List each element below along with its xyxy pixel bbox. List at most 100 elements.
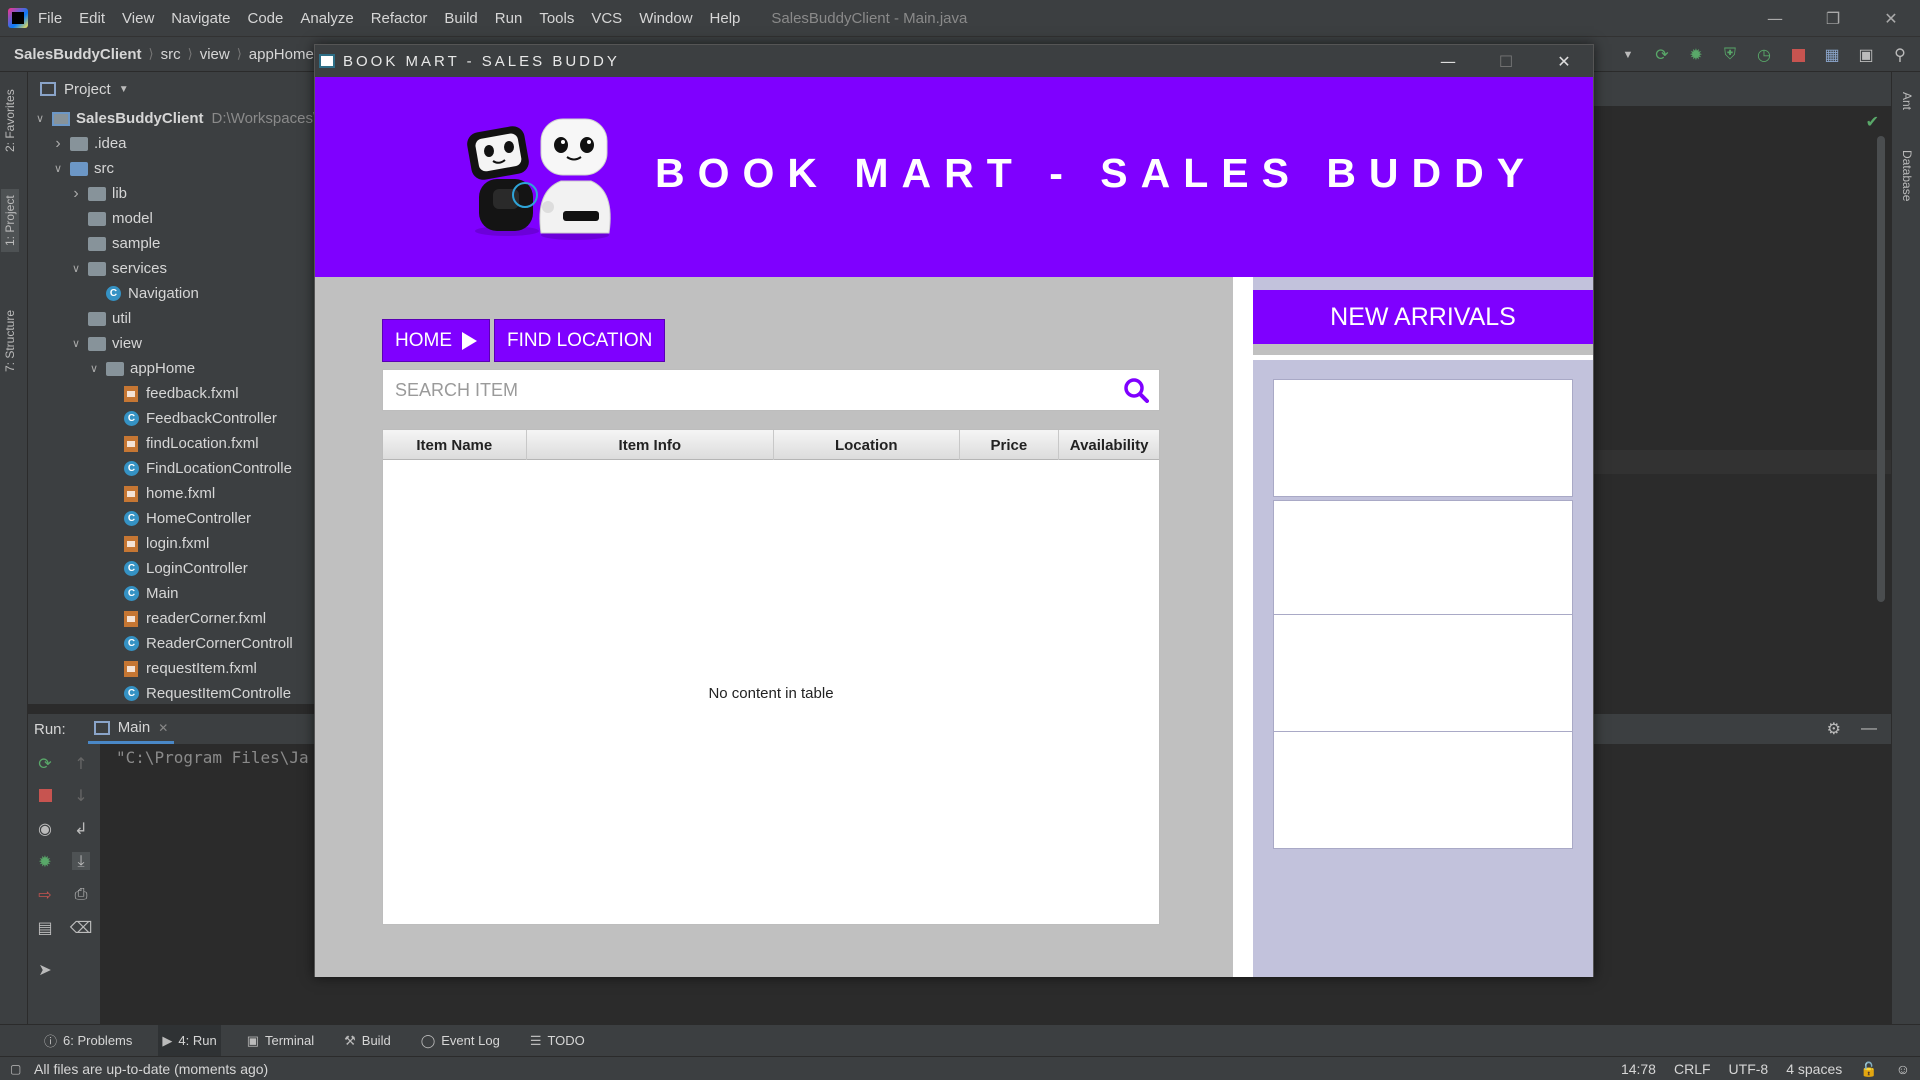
tree-item[interactable]: home.fxml (28, 481, 318, 506)
print-icon[interactable]: ⎙ (72, 884, 90, 903)
items-table[interactable]: Item Name Item Info Location Price Avail… (382, 429, 1160, 925)
run-tab-main[interactable]: Main ✕ (87, 714, 175, 744)
tab-database[interactable]: Database (1900, 150, 1914, 201)
hide-panel-icon[interactable]: — (1861, 720, 1877, 738)
tree-item[interactable]: model (28, 206, 318, 231)
search-input[interactable] (383, 370, 1113, 410)
chevron-down-icon[interactable]: ∨ (68, 262, 84, 275)
project-panel-header[interactable]: Project ▼ (28, 72, 318, 106)
rerun-icon[interactable]: ⟳ (36, 754, 54, 773)
project-structure-icon[interactable]: ▦ (1822, 45, 1842, 65)
editor-scrollbar[interactable] (1877, 136, 1885, 602)
pin-icon[interactable]: ➤ (36, 960, 54, 979)
tree-item[interactable]: sample (28, 231, 318, 256)
arrival-card[interactable] (1273, 731, 1573, 849)
lock-icon[interactable]: 🔓 (1860, 1061, 1877, 1078)
dropdown-arrow-icon[interactable]: ▼ (1618, 45, 1638, 65)
debug-icon[interactable]: ✹ (1686, 45, 1706, 65)
arrow-up-icon[interactable]: ↑ (72, 754, 90, 773)
menu-run[interactable]: Run (495, 10, 523, 27)
layout-icon[interactable]: ▤ (36, 918, 54, 937)
close-icon[interactable]: ✕ (1862, 0, 1920, 36)
column-header-location[interactable]: Location (774, 430, 960, 460)
breadcrumb-item[interactable]: SalesBuddyClient (14, 46, 142, 63)
home-button[interactable]: HOME (382, 319, 490, 362)
tree-item[interactable]: ∨ appHome (28, 356, 318, 381)
arrow-down-icon[interactable]: ↓ (72, 786, 90, 805)
tree-item[interactable]: C LoginController (28, 556, 318, 581)
menu-view[interactable]: View (122, 10, 154, 27)
chevron-down-icon[interactable]: ∨ (68, 337, 84, 350)
column-header-item-name[interactable]: Item Name (383, 430, 527, 460)
file-encoding[interactable]: UTF-8 (1729, 1061, 1769, 1077)
tool-window-6-problems[interactable]: ⓘ 6: Problems (40, 1025, 136, 1057)
tree-item[interactable]: ∨ SalesBuddyClient D:\Workspaces\ (28, 106, 318, 131)
tree-item[interactable]: C ReaderCornerControll (28, 631, 318, 656)
tree-item[interactable]: login.fxml (28, 531, 318, 556)
rerun-icon[interactable]: ⟳ (1652, 45, 1672, 65)
breadcrumb-item[interactable]: view (200, 46, 230, 63)
search-button[interactable] (1113, 369, 1159, 411)
debug-icon[interactable]: ✹ (36, 852, 54, 871)
chevron-right-icon[interactable]: › (50, 135, 66, 153)
tool-window-terminal[interactable]: ▣ Terminal (243, 1025, 318, 1057)
coverage-icon[interactable]: ⛨ (1720, 45, 1740, 65)
tree-item[interactable]: ∨ src (28, 156, 318, 181)
tree-item[interactable]: C FeedbackController (28, 406, 318, 431)
tab-project[interactable]: 1: Project (1, 189, 19, 252)
maximize-icon[interactable]: ☐ (1477, 45, 1535, 77)
chevron-down-icon[interactable]: ∨ (86, 362, 102, 375)
arrival-card[interactable] (1273, 500, 1573, 618)
tree-item[interactable]: C Main (28, 581, 318, 606)
tool-window-4-run[interactable]: ▶ 4: Run (158, 1024, 221, 1057)
tree-item[interactable]: ∨ view (28, 331, 318, 356)
soft-wrap-icon[interactable]: ↲ (72, 819, 90, 838)
menu-analyze[interactable]: Analyze (300, 10, 353, 27)
tree-item[interactable]: C RequestItemControlle (28, 681, 318, 706)
stop-icon[interactable] (36, 786, 54, 804)
tool-window-todo[interactable]: ☰ TODO (526, 1025, 589, 1057)
camera-icon[interactable]: ◉ (36, 819, 54, 838)
line-separator[interactable]: CRLF (1674, 1061, 1711, 1077)
caret-position[interactable]: 14:78 (1621, 1061, 1656, 1077)
search-icon[interactable]: ⚲ (1890, 45, 1910, 65)
tree-item[interactable]: C HomeController (28, 506, 318, 531)
column-header-item-info[interactable]: Item Info (527, 430, 774, 460)
menu-window[interactable]: Window (639, 10, 692, 27)
minimize-icon[interactable]: — (1746, 0, 1804, 36)
minimize-icon[interactable]: — (1419, 45, 1477, 77)
tree-item[interactable]: util (28, 306, 318, 331)
close-icon[interactable]: ✕ (158, 721, 168, 735)
scroll-to-end-icon[interactable]: ⤓ (72, 851, 90, 870)
breadcrumb-item[interactable]: src (161, 46, 181, 63)
arrival-card[interactable] (1273, 379, 1573, 497)
indent-setting[interactable]: 4 spaces (1786, 1061, 1842, 1077)
chevron-right-icon[interactable]: › (68, 185, 84, 203)
chevron-down-icon[interactable]: ∨ (50, 162, 66, 175)
menu-build[interactable]: Build (444, 10, 477, 27)
gear-icon[interactable]: ⚙ (1827, 719, 1841, 739)
tree-item[interactable]: C Navigation (28, 281, 318, 306)
menu-edit[interactable]: Edit (79, 10, 105, 27)
hector-icon[interactable]: ☺ (1896, 1061, 1910, 1077)
menu-refactor[interactable]: Refactor (371, 10, 428, 27)
tab-ant[interactable]: Ant (1900, 92, 1914, 110)
tab-favorites[interactable]: 2: Favorites (3, 89, 17, 152)
tree-item[interactable]: findLocation.fxml (28, 431, 318, 456)
tree-item[interactable]: C FindLocationControlle (28, 456, 318, 481)
tree-item[interactable]: feedback.fxml (28, 381, 318, 406)
layout-icon[interactable]: ▣ (1856, 45, 1876, 65)
restore-icon[interactable]: ❐ (1804, 0, 1862, 36)
tool-window-build[interactable]: ⚒ Build (340, 1025, 395, 1057)
find-location-button[interactable]: FIND LOCATION (494, 319, 666, 362)
tree-item[interactable]: › .idea (28, 131, 318, 156)
tree-item[interactable]: requestItem.fxml (28, 656, 318, 681)
close-icon[interactable]: ✕ (1535, 45, 1593, 77)
menu-tools[interactable]: Tools (539, 10, 574, 27)
tab-structure[interactable]: 7: Structure (3, 310, 17, 372)
console-output[interactable]: "C:\Program Files\Ja (116, 748, 309, 767)
trash-icon[interactable]: ⌫ (70, 918, 93, 937)
menu-navigate[interactable]: Navigate (171, 10, 230, 27)
column-header-availability[interactable]: Availability (1059, 430, 1159, 460)
stop-icon[interactable] (1788, 45, 1808, 65)
